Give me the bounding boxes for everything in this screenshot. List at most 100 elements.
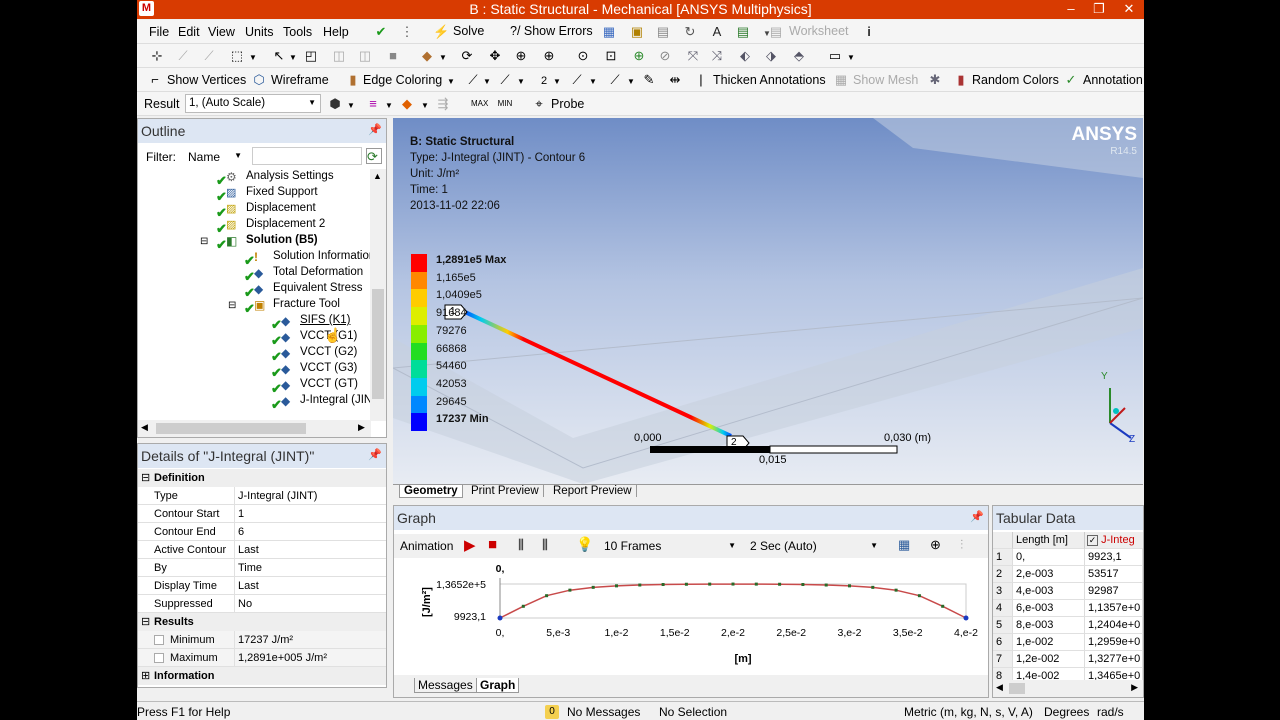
pan-icon[interactable]: ✥ bbox=[487, 48, 503, 64]
solve-button[interactable]: Solve bbox=[453, 24, 484, 38]
view-prev-icon[interactable]: ⤧ bbox=[685, 48, 701, 64]
dropdown-icon[interactable]: ▼ bbox=[549, 72, 565, 88]
export-video-icon[interactable]: ▦ bbox=[898, 537, 910, 553]
scroll-thumb[interactable] bbox=[1009, 683, 1025, 694]
select-box-icon[interactable]: ⬚ bbox=[229, 48, 245, 64]
outline-vertical-scrollbar[interactable]: ▲ bbox=[370, 169, 386, 421]
tab-messages[interactable]: Messages bbox=[414, 678, 477, 693]
tree-item-displacement-2[interactable]: Displacement 2 bbox=[246, 218, 325, 230]
tree-item-equivalent-stress[interactable]: Equivalent Stress bbox=[273, 282, 363, 294]
scroll-up-icon[interactable]: ▲ bbox=[373, 171, 382, 181]
pin-icon[interactable]: 📌 bbox=[970, 510, 984, 523]
detail-row-display-time[interactable]: Display Time Last bbox=[138, 577, 386, 595]
cube-select-icon[interactable]: ◆ bbox=[419, 48, 435, 64]
dropdown-icon[interactable]: ▼ bbox=[435, 48, 451, 64]
outline-horizontal-scrollbar[interactable]: ◀ ▶ bbox=[138, 420, 371, 437]
minimize-button[interactable]: – bbox=[1057, 0, 1085, 19]
random-colors-button[interactable]: Random Colors bbox=[972, 73, 1059, 87]
scroll-left-icon[interactable]: ◀ bbox=[141, 422, 148, 433]
cell-length[interactable]: 4,e-003 bbox=[1013, 583, 1085, 600]
section-definition[interactable]: ⊟ Definition bbox=[138, 469, 386, 487]
dropdown-icon[interactable]: ▼ bbox=[381, 96, 397, 112]
dropdown-icon[interactable]: ▼ bbox=[285, 48, 301, 64]
cell-length[interactable]: 0, bbox=[1013, 549, 1085, 566]
magnifier-icon[interactable]: ⊘ bbox=[657, 48, 673, 64]
tabular-horizontal-scrollbar[interactable]: ◀ ▶ bbox=[993, 680, 1143, 697]
annotation-button[interactable]: Annotation bbox=[1083, 73, 1143, 87]
detail-row-contour-start[interactable]: Contour Start 1 bbox=[138, 505, 386, 523]
zoom-in-icon[interactable]: ⊕ bbox=[541, 48, 557, 64]
result-scale-select[interactable]: 1, (Auto Scale) ▼ bbox=[185, 94, 321, 113]
zoom-fit-icon[interactable]: ⊡ bbox=[603, 48, 619, 64]
pin-icon[interactable]: 📌 bbox=[368, 448, 382, 461]
frames-select[interactable]: 10 Frames ▼ bbox=[600, 536, 740, 555]
detail-row-suppressed[interactable]: Suppressed No bbox=[138, 595, 386, 613]
cell-length[interactable]: 2,e-003 bbox=[1013, 566, 1085, 583]
expand-icon[interactable]: ⊞ bbox=[141, 669, 150, 682]
dropdown-icon[interactable]: ▼ bbox=[245, 48, 261, 64]
lightbulb-icon[interactable]: 💡 bbox=[576, 536, 593, 553]
zoom-icon[interactable]: ⊕ bbox=[513, 48, 529, 64]
scroll-right-icon[interactable]: ▶ bbox=[358, 422, 365, 433]
cell-j-integral[interactable]: 1,2959e+0 bbox=[1085, 634, 1143, 651]
snap-icon[interactable]: ⊹ bbox=[149, 48, 165, 64]
lightning-icon[interactable]: ⚡ bbox=[433, 24, 449, 40]
pin-line-icon[interactable]: ✎ bbox=[641, 72, 657, 88]
explode-icon[interactable]: ✱ bbox=[927, 72, 943, 88]
info-cursor-icon[interactable]: i bbox=[861, 24, 877, 40]
frames-icon[interactable]: ⫼ bbox=[518, 537, 524, 553]
image-icon[interactable]: ▣ bbox=[629, 24, 645, 40]
zoom-graph-icon[interactable]: ⊕ bbox=[930, 537, 941, 553]
dropdown-icon[interactable]: ▼ bbox=[443, 72, 459, 88]
pin-icon[interactable]: 📌 bbox=[368, 123, 382, 136]
graphics-viewport[interactable]: B: Static Structural Type: J-Integral (J… bbox=[393, 118, 1143, 484]
view-next-icon[interactable]: ⤨ bbox=[709, 48, 725, 64]
view-tag-icon[interactable]: ⬗ bbox=[763, 48, 779, 64]
export-icon[interactable]: ▤ bbox=[735, 24, 751, 40]
cell-j-integral[interactable]: 53517 bbox=[1085, 566, 1143, 583]
scroll-thumb[interactable] bbox=[372, 289, 384, 399]
tree-item-j-integral[interactable]: J-Integral (JIN bbox=[300, 394, 371, 406]
tab-print-preview[interactable]: Print Preview bbox=[467, 485, 544, 497]
cell-j-integral[interactable]: 1,3465e+0 bbox=[1085, 668, 1143, 680]
section-information[interactable]: ⊞ Information bbox=[138, 667, 386, 685]
min-label-icon[interactable]: MIN bbox=[497, 96, 513, 112]
status-units[interactable]: Metric (m, kg, N, s, V, A) bbox=[904, 705, 1033, 719]
menu-view[interactable]: View bbox=[208, 25, 235, 39]
tree-item-vcct-gt[interactable]: VCCT (GT) bbox=[300, 378, 358, 390]
detail-row-type[interactable]: Type J-Integral (JINT) bbox=[138, 487, 386, 505]
dropdown-icon[interactable]: ▼ bbox=[479, 72, 495, 88]
thicken-annotations-button[interactable]: Thicken Annotations bbox=[713, 73, 826, 87]
menu-tools[interactable]: Tools bbox=[283, 25, 312, 39]
status-rads[interactable]: rad/s bbox=[1097, 705, 1124, 719]
text-a-icon[interactable]: A bbox=[709, 24, 725, 40]
body-select-icon[interactable]: ■ bbox=[385, 48, 401, 64]
picture-icon[interactable]: ▤ bbox=[655, 24, 671, 40]
menu-units[interactable]: Units bbox=[245, 25, 273, 39]
stop-icon[interactable]: ■ bbox=[488, 536, 497, 553]
dropdown-icon[interactable]: ▼ bbox=[585, 72, 601, 88]
menu-edit[interactable]: Edit bbox=[178, 25, 200, 39]
show-vertices-button[interactable]: Show Vertices bbox=[167, 73, 246, 87]
view-graph-icon[interactable]: ⬘ bbox=[791, 48, 807, 64]
contour-bands-icon[interactable]: ≡ bbox=[365, 96, 381, 112]
cell-length[interactable]: 1,e-002 bbox=[1013, 634, 1085, 651]
edge-line-icon[interactable]: ⟋ bbox=[497, 72, 513, 88]
collapse-icon[interactable]: ⊟ bbox=[228, 300, 236, 311]
dropdown-icon[interactable]: ▼ bbox=[623, 72, 639, 88]
row-number[interactable]: 1 bbox=[993, 549, 1013, 566]
rotate-icon[interactable]: ⟳ bbox=[459, 48, 475, 64]
tree-item-displacement[interactable]: Displacement bbox=[246, 202, 316, 214]
tree-item-fixed-support[interactable]: Fixed Support bbox=[246, 186, 318, 198]
edge-thick-icon[interactable]: ⟋ bbox=[569, 72, 585, 88]
checkbox[interactable] bbox=[154, 635, 164, 645]
cell-length[interactable]: 1,4e-002 bbox=[1013, 668, 1085, 680]
collapse-icon[interactable]: ⊟ bbox=[200, 236, 208, 247]
tree-item-vcct-g2[interactable]: VCCT (G2) bbox=[300, 346, 357, 358]
edge-number[interactable]: 2 bbox=[541, 75, 547, 87]
rotate-text-icon[interactable]: ↻ bbox=[682, 24, 698, 40]
tree-item-total-deformation[interactable]: Total Deformation bbox=[273, 266, 363, 278]
row-number[interactable]: 2 bbox=[993, 566, 1013, 583]
tab-geometry[interactable]: Geometry bbox=[399, 485, 463, 498]
scroll-thumb[interactable] bbox=[156, 423, 306, 434]
